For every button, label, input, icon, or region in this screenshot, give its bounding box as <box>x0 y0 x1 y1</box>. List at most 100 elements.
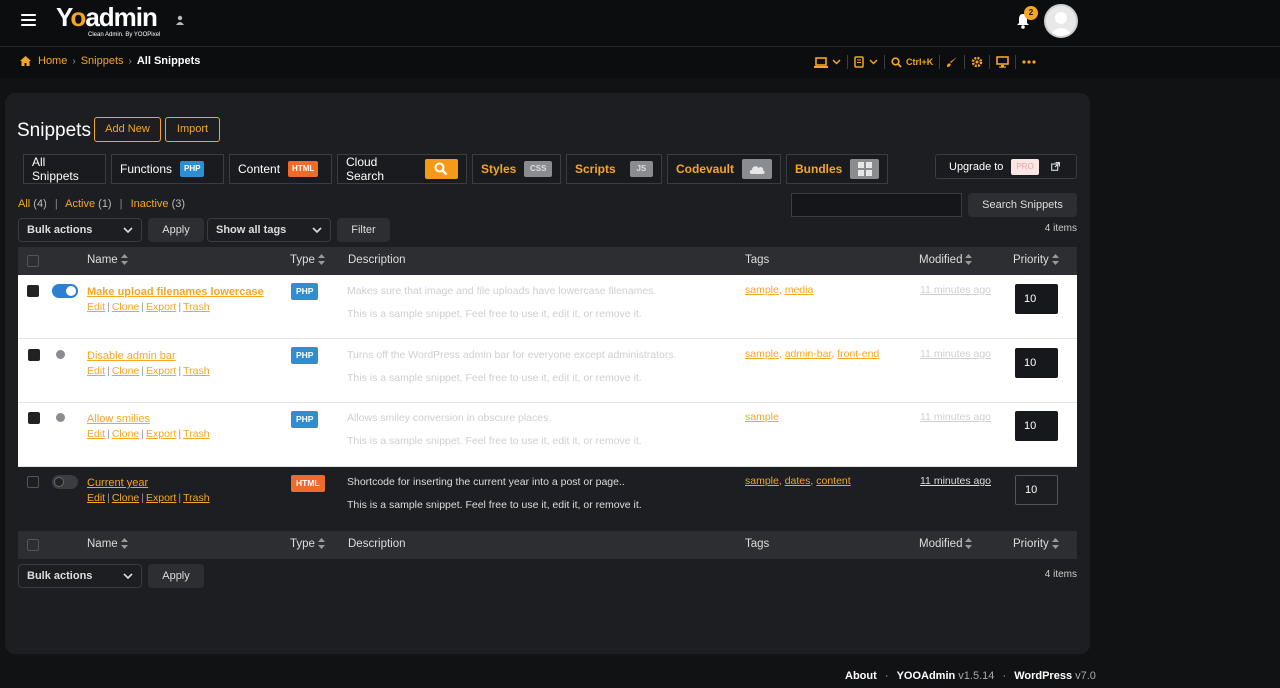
search-snippets-button[interactable]: Search Snippets <box>968 193 1077 217</box>
user-icon[interactable] <box>175 15 185 25</box>
export-link[interactable]: Export <box>146 365 176 377</box>
logo[interactable]: Yoadmin Clean Admin. By YOOPixel <box>56 3 160 38</box>
column-type[interactable]: Type <box>290 538 325 550</box>
bulk-actions-select[interactable]: Bulk actions <box>18 218 142 242</box>
menu-icon[interactable] <box>21 14 36 27</box>
bulk-actions-select-bottom[interactable]: Bulk actions <box>18 564 142 588</box>
priority-input[interactable]: 10 <box>1015 411 1058 441</box>
upgrade-label: Upgrade to <box>949 160 1004 173</box>
tag-link[interactable]: front-end <box>837 348 879 360</box>
row-checkbox[interactable] <box>28 349 40 361</box>
export-link[interactable]: Export <box>146 492 176 504</box>
tab-all-snippets[interactable]: All Snippets <box>23 154 106 184</box>
tab-scripts[interactable]: Scripts JS <box>566 154 662 184</box>
home-icon[interactable] <box>20 56 31 66</box>
row-checkbox[interactable] <box>28 412 40 424</box>
tab-bundles[interactable]: Bundles <box>786 154 888 184</box>
settings-button[interactable] <box>965 53 989 71</box>
filter-all[interactable]: All <box>18 198 30 210</box>
column-priority[interactable]: Priority <box>1013 538 1059 550</box>
row-checkbox[interactable] <box>27 476 39 488</box>
footer: About · YOOAdmin v1.5.14 · WordPress v7.… <box>845 670 1096 682</box>
filter-button[interactable]: Filter <box>337 218 390 242</box>
column-type[interactable]: Type <box>290 254 325 266</box>
apply-button-bottom[interactable]: Apply <box>148 564 204 588</box>
trash-link[interactable]: Trash <box>183 492 209 504</box>
snippet-name[interactable]: Current year <box>87 477 148 489</box>
laptop-icon <box>814 56 828 68</box>
row-checkbox[interactable] <box>27 285 39 297</box>
column-priority[interactable]: Priority <box>1013 254 1059 266</box>
clone-link[interactable]: Clone <box>112 428 139 440</box>
import-button[interactable]: Import <box>165 117 220 142</box>
tag-link[interactable]: sample <box>745 348 779 360</box>
footer-about-link[interactable]: About <box>845 670 877 682</box>
filter-inactive[interactable]: Inactive <box>131 198 169 210</box>
edit-link[interactable]: Edit <box>87 492 105 504</box>
breadcrumb-home[interactable]: Home <box>38 55 67 67</box>
edit-link[interactable]: Edit <box>87 301 105 313</box>
tag-link[interactable]: sample <box>745 475 779 487</box>
priority-input[interactable]: 10 <box>1015 284 1058 314</box>
screen-options-button[interactable] <box>808 53 847 71</box>
priority-input[interactable]: 10 <box>1015 475 1058 505</box>
tab-styles[interactable]: Styles CSS <box>472 154 561 184</box>
items-count-bottom: 4 items <box>1044 569 1077 580</box>
select-all-checkbox[interactable] <box>27 255 39 267</box>
avatar[interactable] <box>1044 4 1078 38</box>
apply-button[interactable]: Apply <box>148 218 204 242</box>
snippet-description: Turns off the WordPress admin bar for ev… <box>347 344 677 390</box>
search-input[interactable] <box>791 193 962 217</box>
tab-codevault[interactable]: Codevault <box>667 154 781 184</box>
view-site-button[interactable] <box>990 53 1015 71</box>
tag-link[interactable]: media <box>785 284 814 296</box>
tab-content[interactable]: Content HTML <box>229 154 332 184</box>
active-toggle[interactable] <box>52 284 78 298</box>
more-button[interactable] <box>1016 53 1042 71</box>
export-link[interactable]: Export <box>146 428 176 440</box>
customize-button[interactable] <box>940 53 964 71</box>
sort-icon <box>1051 538 1059 550</box>
snippet-name[interactable]: Disable admin bar <box>87 350 176 362</box>
css-badge: CSS <box>524 161 552 177</box>
column-name[interactable]: Name <box>87 538 128 550</box>
select-all-checkbox[interactable] <box>27 539 39 551</box>
clone-link[interactable]: Clone <box>112 492 139 504</box>
column-modified[interactable]: Modified <box>919 538 973 550</box>
snippet-name[interactable]: Make upload filenames lowercase <box>87 286 264 298</box>
column-modified[interactable]: Modified <box>919 254 973 266</box>
chevron-down-icon <box>832 59 841 65</box>
notes-button[interactable] <box>848 53 884 71</box>
inactive-status-dot[interactable] <box>56 413 65 422</box>
tab-functions[interactable]: Functions PHP <box>111 154 224 184</box>
filter-active[interactable]: Active <box>65 198 95 210</box>
inactive-status-dot[interactable] <box>56 350 65 359</box>
tab-cloud-search[interactable]: Cloud Search <box>337 154 467 184</box>
export-link[interactable]: Export <box>146 301 176 313</box>
trash-link[interactable]: Trash <box>183 301 209 313</box>
snippet-description: Allows smiley conversion in obscure plac… <box>347 407 642 453</box>
column-name[interactable]: Name <box>87 254 128 266</box>
logo-subtitle: Clean Admin. By YOOPixel <box>88 32 161 38</box>
upgrade-button[interactable]: Upgrade to PRO <box>935 154 1077 179</box>
tag-link[interactable]: sample <box>745 284 779 296</box>
active-toggle[interactable] <box>52 475 78 489</box>
trash-link[interactable]: Trash <box>183 428 209 440</box>
edit-link[interactable]: Edit <box>87 428 105 440</box>
tags-select[interactable]: Show all tags <box>207 218 331 242</box>
clone-link[interactable]: Clone <box>112 301 139 313</box>
add-new-button[interactable]: Add New <box>94 117 161 142</box>
edit-link[interactable]: Edit <box>87 365 105 377</box>
tag-link[interactable]: content <box>816 475 850 487</box>
priority-input[interactable]: 10 <box>1015 348 1058 378</box>
trash-link[interactable]: Trash <box>183 365 209 377</box>
bulk-actions-value: Bulk actions <box>27 570 93 582</box>
tag-link[interactable]: admin-bar <box>785 348 832 360</box>
avatar-placeholder-icon <box>1049 12 1073 36</box>
clone-link[interactable]: Clone <box>112 365 139 377</box>
tag-link[interactable]: dates <box>785 475 811 487</box>
tag-link[interactable]: sample <box>745 411 779 423</box>
breadcrumb-snippets[interactable]: Snippets <box>81 55 124 67</box>
snippet-name[interactable]: Allow smilies <box>87 413 150 425</box>
global-search-button[interactable]: Ctrl+K <box>885 53 939 71</box>
